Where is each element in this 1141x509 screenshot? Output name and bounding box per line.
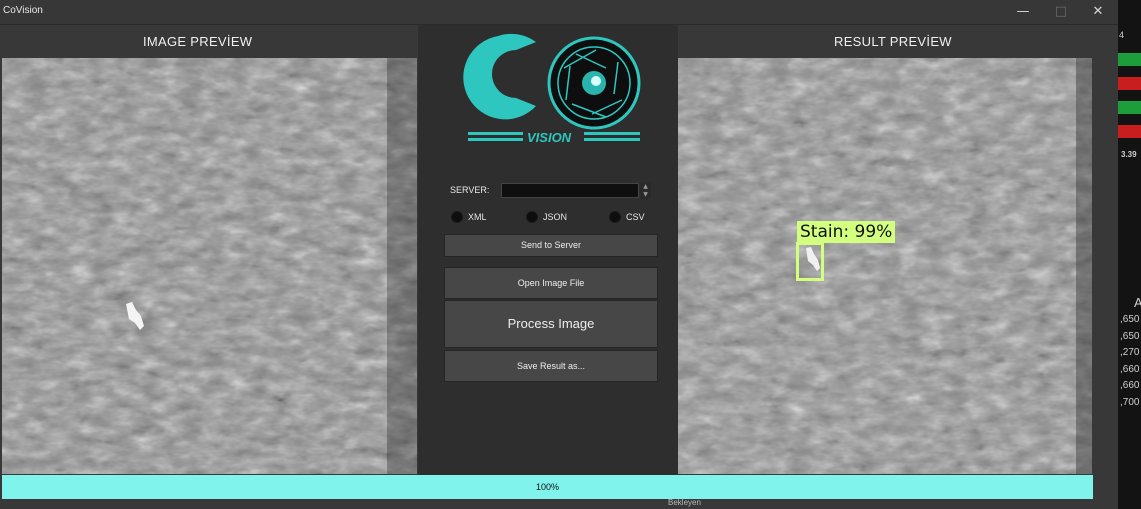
close-icon[interactable]: ✕ (1081, 2, 1115, 22)
window-title: CoVision (3, 5, 43, 16)
bg-price: 3.39 (1121, 150, 1137, 159)
bg-value: ,700 (1120, 397, 1140, 408)
radio-xml[interactable]: XML (451, 211, 487, 223)
radio-label: XML (468, 212, 487, 222)
image-preview-title: IMAGE PREVİEW (143, 34, 253, 49)
server-label: SERVER: (450, 185, 490, 195)
fabric-image (2, 58, 417, 474)
progress-text: 100% (535, 482, 560, 492)
save-result-button[interactable]: Save Result as... (444, 350, 658, 382)
detection-box (796, 242, 824, 281)
send-to-server-button[interactable]: Send to Server (444, 234, 658, 257)
bg-green-bar (1118, 101, 1141, 114)
maximize-icon[interactable]: □ (1044, 2, 1078, 22)
bg-green-bar (1118, 53, 1141, 66)
radio-label: CSV (626, 212, 645, 222)
result-preview-title: RESULT PREVİEW (834, 34, 952, 49)
bg-red-bar (1118, 125, 1141, 138)
bg-value: ,650 (1120, 331, 1140, 342)
open-image-button[interactable]: Open Image File (444, 267, 658, 299)
radio-dot[interactable] (609, 211, 621, 223)
radio-json[interactable]: JSON (526, 211, 567, 223)
server-spinner[interactable]: ▲ ▼ (640, 183, 651, 199)
process-image-button[interactable]: Process Image (444, 300, 658, 348)
progress-bar: 100% (2, 475, 1093, 499)
logo-text: VISION (527, 130, 572, 145)
radio-dot[interactable] (451, 211, 463, 223)
radio-csv[interactable]: CSV (609, 211, 645, 223)
bg-top-number: 4 (1119, 30, 1125, 40)
spin-down-icon[interactable]: ▼ (640, 191, 651, 199)
radio-label: JSON (543, 212, 568, 222)
covision-logo: VISION (458, 32, 648, 148)
server-input[interactable] (501, 183, 639, 198)
bg-red-bar (1118, 77, 1141, 90)
image-preview (2, 58, 417, 474)
bg-value: ,660 (1120, 364, 1140, 375)
app-window: CoVision — □ ✕ IMAGE PREVİEW VISION SERV… (0, 0, 1118, 509)
spin-up-icon[interactable]: ▲ (640, 183, 651, 191)
bg-value: ,270 (1120, 347, 1140, 358)
bg-value: ,650 (1120, 314, 1140, 325)
radio-dot[interactable] (526, 211, 538, 223)
detection-label: Stain: 99% (797, 221, 896, 243)
minimize-icon[interactable]: — (1006, 2, 1040, 22)
bg-header-letter: A (1134, 295, 1141, 310)
bg-bottom-text: Bekleyen (668, 498, 701, 507)
result-preview (678, 58, 1092, 474)
title-bar[interactable]: CoVision — □ ✕ (0, 0, 1118, 25)
result-image (678, 58, 1092, 474)
bg-value: ,660 (1120, 380, 1140, 391)
